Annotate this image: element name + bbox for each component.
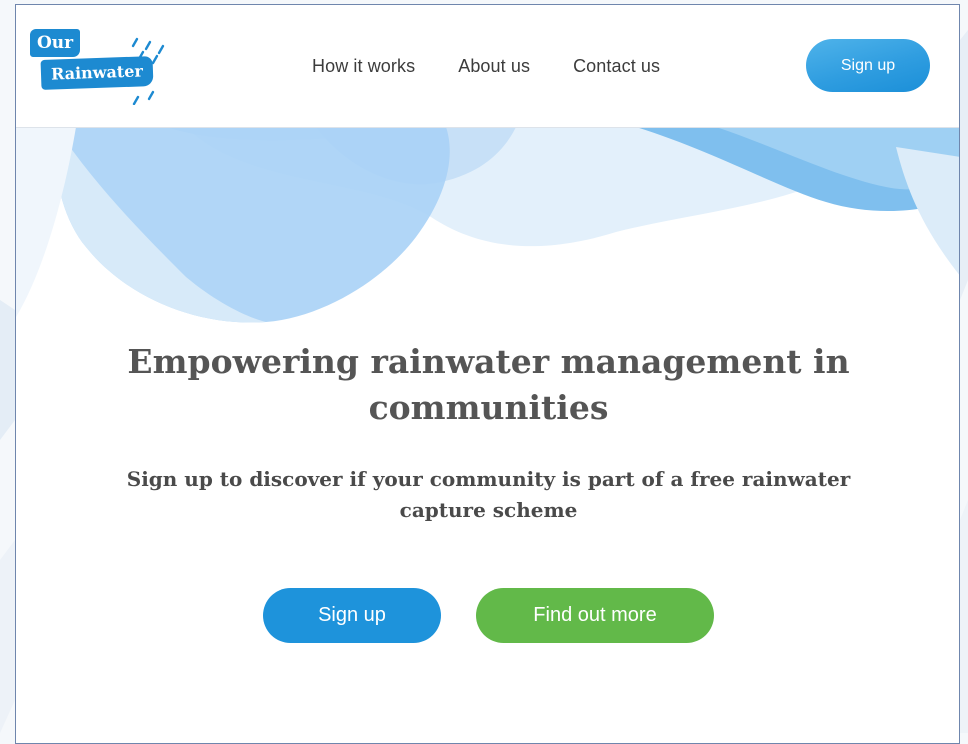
nav-link-how-it-works[interactable]: How it works <box>312 53 415 79</box>
logo-text-our: Our <box>30 29 81 57</box>
hero-section: Empowering rainwater management in commu… <box>16 127 959 743</box>
site-logo[interactable]: Our Rainwater <box>27 27 177 107</box>
main-nav: How it works About us Contact us <box>312 53 660 79</box>
hero-subtitle: Sign up to discover if your community is… <box>126 467 851 522</box>
nav-link-about-us[interactable]: About us <box>458 53 530 79</box>
rain-drops-icon <box>131 37 165 105</box>
header-signup-button[interactable]: Sign up <box>806 39 930 92</box>
hero-title: Empowering rainwater management in commu… <box>127 342 850 427</box>
nav-link-contact-us[interactable]: Contact us <box>573 53 660 79</box>
site-header: Our Rainwater How it works About us Cont… <box>16 5 959 128</box>
find-out-more-button[interactable]: Find out more <box>476 588 714 643</box>
hero-signup-button[interactable]: Sign up <box>263 588 441 643</box>
browser-viewport: Our Rainwater How it works About us Cont… <box>15 4 960 744</box>
